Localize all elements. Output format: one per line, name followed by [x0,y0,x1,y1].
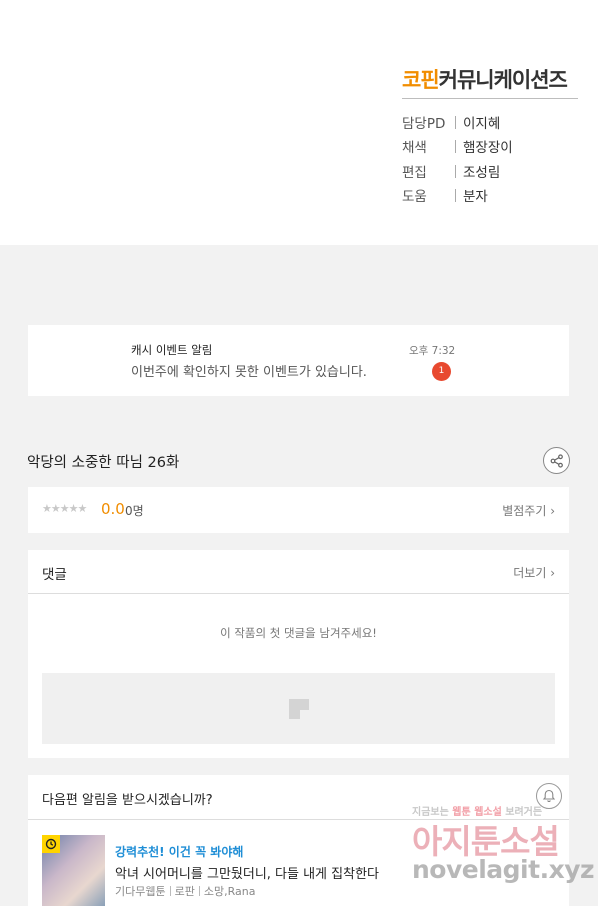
meta-separator [198,886,200,896]
credit-separator [455,164,456,178]
notification-title: 캐시 이벤트 알림 [131,343,213,357]
publisher-logo: 코핀커뮤니케이션즈 [402,64,568,94]
next-alert-question: 다음편 알림을 받으시겠습니까? [42,793,213,808]
notification-badge: 1 [432,362,451,381]
recommendation-thumbnail[interactable] [42,835,105,906]
alert-bell-button[interactable] [536,783,562,809]
credit-role: 도움 [402,189,427,205]
image-placeholder-icon [288,698,310,720]
rating-score: 0.0 [101,500,125,518]
rating-card: ★★★★★ 0.0 0명 별점주기 › [28,487,569,533]
ad-placeholder[interactable] [42,673,555,744]
credit-row-color: 채색 햄장장이 [402,136,513,156]
rating-stars: ★★★★★ [42,502,87,515]
bell-icon [542,789,556,803]
credit-row-edit: 편집 조성림 [402,161,500,181]
credit-name: 이지혜 [463,116,501,132]
rate-button[interactable]: 별점주기 › [502,502,555,519]
event-notification-card[interactable]: 캐시 이벤트 알림 이번주에 확인하지 못한 이벤트가 있습니다. 오후 7:3… [28,325,569,396]
share-button[interactable] [543,447,570,474]
credit-row-pd: 담당PD 이지혜 [402,112,500,132]
logo-dark-text: 커뮤니케이션즈 [438,68,568,92]
credit-role: 채색 [402,140,427,156]
next-alert-header: 다음편 알림을 받으시겠습니까? [28,775,569,820]
credit-separator [455,115,456,129]
comments-header: 댓글 더보기 › [28,550,569,594]
meta-authors: 소망,Rana [203,885,256,898]
comments-more-link[interactable]: 더보기 › [513,564,555,581]
credit-separator [455,188,456,202]
share-icon [550,453,563,468]
credit-role: 담당PD [402,116,446,132]
credit-name: 햄장장이 [463,140,513,156]
rating-count: 0명 [125,504,144,518]
meta-genre: 로판 [174,885,195,898]
recommendation-title[interactable]: 악녀 시어머니를 그만뒀더니, 다들 내게 집착한다 [115,863,379,882]
meta-category: 기다무웹툰 [115,885,166,898]
credit-name: 분자 [463,189,488,205]
comments-empty-message: 이 작품의 첫 댓글을 남겨주세요! [220,626,377,640]
meta-separator [169,886,171,896]
credit-row-help: 도움 분자 [402,185,488,205]
logo-orange-text: 코핀 [402,68,440,92]
wait-free-badge [42,835,60,853]
credit-role: 편집 [402,165,427,181]
credit-separator [455,139,456,153]
recommendation-label: 강력추천! 이건 꼭 봐야해 [115,845,244,859]
logo-divider [402,98,578,99]
comments-title: 댓글 [42,567,67,583]
comments-card: 댓글 더보기 › 이 작품의 첫 댓글을 남겨주세요! [28,550,569,758]
notification-time: 오후 7:32 [409,345,456,357]
notification-body: 이번주에 확인하지 못한 이벤트가 있습니다. [131,365,367,380]
credits-section: 코핀커뮤니케이션즈 담당PD 이지혜 채색 햄장장이 편집 조성림 도움 분자 [0,0,598,245]
recommendation-meta: 기다무웹툰 로판 소망,Rana [115,883,255,899]
clock-icon [45,838,57,850]
credit-name: 조성림 [463,165,501,181]
next-episode-alert-card: 다음편 알림을 받으시겠습니까? 강력추천! 이건 꼭 봐야해 악녀 시어머니를… [28,775,569,906]
episode-title: 악당의 소중한 따님 26화 [27,455,180,471]
